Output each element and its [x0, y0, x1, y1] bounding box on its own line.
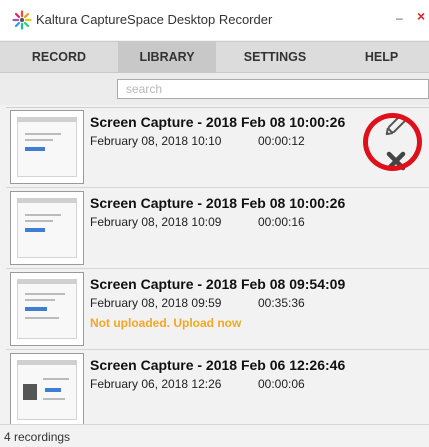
tab-record[interactable]: RECORD — [0, 42, 118, 73]
tab-help[interactable]: HELP — [334, 42, 429, 73]
tab-library[interactable]: LIBRARY — [118, 42, 216, 73]
list-item[interactable]: Screen Capture - 2018 Feb 08 10:00:26 Fe… — [6, 108, 429, 188]
recording-duration: 00:00:06 — [258, 377, 305, 391]
search-bar — [0, 73, 429, 105]
recording-date: February 08, 2018 10:10 — [90, 134, 222, 148]
close-x-icon — [386, 151, 406, 171]
delete-button[interactable] — [384, 149, 408, 173]
kaltura-logo-icon — [12, 10, 32, 30]
recording-title: Screen Capture - 2018 Feb 08 10:00:26 — [90, 195, 346, 211]
recording-title: Screen Capture - 2018 Feb 08 09:54:09 — [90, 276, 346, 292]
main-tabs: RECORD LIBRARY SETTINGS HELP — [0, 41, 429, 73]
recordings-list: Screen Capture - 2018 Feb 08 10:00:26 Fe… — [6, 107, 429, 431]
list-item[interactable]: Screen Capture - 2018 Feb 08 09:54:09 Fe… — [6, 270, 429, 350]
recording-title: Screen Capture - 2018 Feb 08 10:00:26 — [90, 114, 346, 130]
title-bar: Kaltura CaptureSpace Desktop Recorder – … — [0, 0, 429, 40]
close-window-button[interactable]: × — [417, 8, 429, 24]
recording-thumbnail[interactable] — [10, 353, 84, 427]
list-item[interactable]: Screen Capture - 2018 Feb 06 12:26:46 Fe… — [6, 351, 429, 431]
edit-button[interactable] — [377, 111, 417, 141]
recording-duration: 00:00:12 — [258, 134, 305, 148]
recording-date: February 06, 2018 12:26 — [90, 377, 222, 391]
recording-thumbnail[interactable] — [10, 191, 84, 265]
minimize-button[interactable]: – — [396, 12, 403, 24]
tab-settings[interactable]: SETTINGS — [216, 42, 334, 73]
recording-date: February 08, 2018 09:59 — [90, 296, 222, 310]
list-item[interactable]: Screen Capture - 2018 Feb 08 10:00:26 Fe… — [6, 189, 429, 269]
search-input[interactable] — [117, 79, 429, 99]
recordings-count: 4 recordings — [4, 430, 71, 444]
pencil-icon — [385, 114, 407, 136]
recording-duration: 00:00:16 — [258, 215, 305, 229]
recording-date: February 08, 2018 10:09 — [90, 215, 222, 229]
recording-title: Screen Capture - 2018 Feb 06 12:26:46 — [90, 357, 346, 373]
recording-thumbnail[interactable] — [10, 272, 84, 346]
window-title: Kaltura CaptureSpace Desktop Recorder — [36, 12, 273, 27]
recording-thumbnail[interactable] — [10, 110, 84, 184]
status-bar: 4 recordings — [0, 424, 429, 447]
upload-now-link[interactable]: Not uploaded. Upload now — [90, 316, 241, 330]
recording-duration: 00:35:36 — [258, 296, 305, 310]
